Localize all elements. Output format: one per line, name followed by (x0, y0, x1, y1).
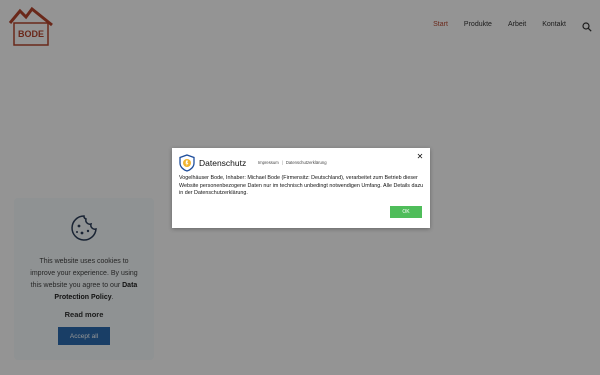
close-button[interactable]: ✕ (416, 153, 424, 161)
impressum-link[interactable]: Impressum (258, 160, 279, 165)
link-separator: | (281, 160, 283, 165)
privacy-modal: Datenschutz Impressum | Datenschutzerklä… (172, 148, 430, 228)
modal-body-text: Vogelhäuser Bode, Inhaber: Michael Bode … (179, 175, 424, 197)
modal-title: Datenschutz (199, 158, 247, 168)
ok-button[interactable]: OK (390, 206, 422, 218)
datenschutzerklaerung-link[interactable]: Datenschutzerklärung (286, 160, 327, 165)
shield-icon (179, 154, 195, 172)
modal-header: Datenschutz (179, 154, 246, 172)
modal-links: Impressum | Datenschutzerklärung (258, 160, 327, 165)
